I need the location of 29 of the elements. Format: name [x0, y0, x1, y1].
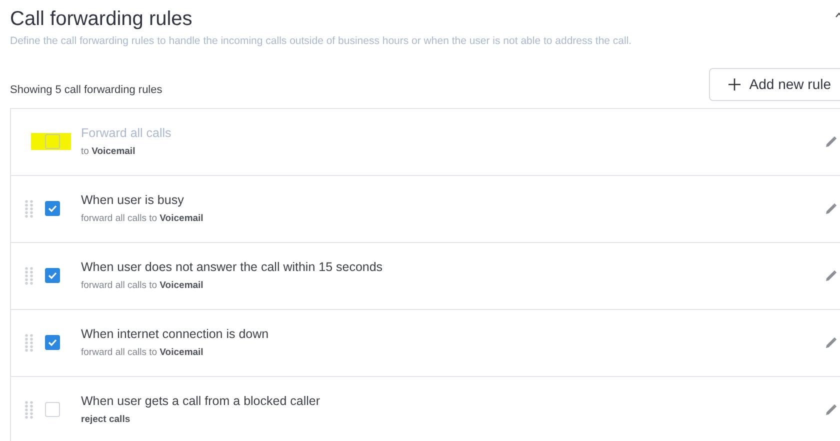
rule-title: When internet connection is down: [81, 326, 270, 343]
rule-checkbox[interactable]: [45, 268, 60, 284]
drag-handle-icon[interactable]: [25, 200, 33, 218]
add-rule-button[interactable]: Add new rule: [709, 68, 840, 101]
rules-count: Showing 5 call forwarding rules: [10, 82, 162, 98]
page-description: Define the call forwarding rules to handle the incoming calls outside of business hours or when the user is not able to address the call.: [10, 34, 633, 49]
edit-icon[interactable]: [825, 404, 837, 416]
rule-title: Forward all calls: [81, 124, 172, 142]
rule-detail: forward all calls to Voicemail: [81, 212, 204, 226]
drag-handle-icon[interactable]: [25, 266, 33, 285]
check-icon: [48, 205, 57, 212]
rule-title: When user does not answer the call within 15 seconds: [81, 258, 384, 276]
rule-checkbox[interactable]: [45, 335, 60, 350]
check-icon: [48, 339, 57, 346]
drag-handle-icon[interactable]: [25, 334, 33, 352]
rule-title: When user gets a call from a blocked caller: [81, 392, 321, 410]
rule-checkbox[interactable]: [45, 201, 60, 216]
rule-detail: forward all calls to Voicemail: [81, 346, 204, 360]
drag-handle-icon[interactable]: [25, 400, 33, 419]
edit-icon[interactable]: [825, 202, 837, 215]
plus-icon: [728, 78, 742, 91]
rule-detail: forward all calls to Voicemail: [81, 278, 204, 293]
check-icon: [48, 272, 57, 280]
rule-detail: reject calls: [81, 412, 132, 427]
rule-detail: to Voicemail: [81, 144, 136, 159]
page-title: Call forwarding rules: [10, 7, 192, 32]
rule-title: When user is busy: [81, 192, 185, 209]
edit-icon[interactable]: [825, 336, 837, 349]
edit-icon[interactable]: [825, 270, 837, 282]
